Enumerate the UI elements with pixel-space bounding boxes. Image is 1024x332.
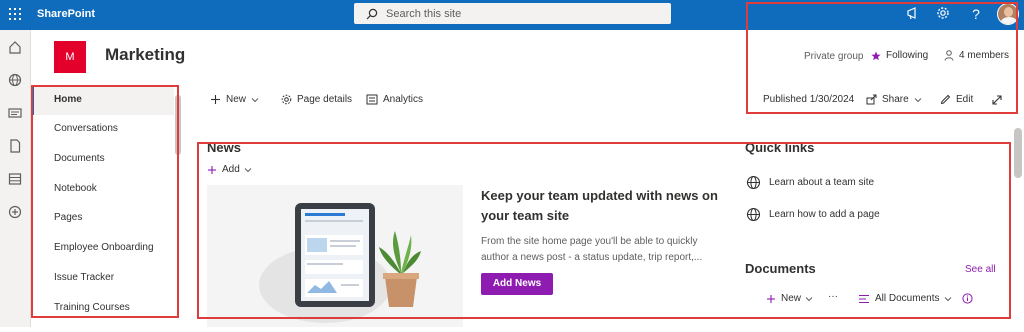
tablet-plant-illustration: [259, 203, 421, 323]
edit-button[interactable]: Edit: [940, 94, 973, 105]
see-all-link[interactable]: See all: [965, 264, 996, 275]
nav-item-notebook[interactable]: Notebook: [31, 174, 174, 204]
megaphone-icon[interactable]: [905, 6, 921, 22]
star-icon: [871, 51, 881, 60]
news-title: News: [207, 140, 241, 155]
globe-icon: [746, 175, 761, 190]
news-icon[interactable]: [7, 105, 23, 121]
published-label: Published 1/30/2024: [763, 94, 855, 105]
person-icon: [944, 50, 954, 61]
chevron-down-icon: [244, 167, 252, 172]
privacy-label: Private group: [804, 51, 864, 62]
pencil-icon: [940, 94, 951, 105]
nav-item-pages[interactable]: Pages: [31, 203, 174, 233]
page-details-label: Page details: [297, 94, 353, 105]
site-title[interactable]: Marketing: [105, 45, 185, 65]
members-label: 4 members: [959, 50, 1010, 61]
info-icon[interactable]: [962, 293, 973, 304]
edit-label: Edit: [956, 94, 974, 105]
chevron-down-icon: [914, 97, 922, 102]
lists-icon[interactable]: [7, 171, 23, 187]
documents-view-label: All Documents: [875, 293, 940, 304]
quick-links-title: Quick links: [745, 140, 815, 155]
news-description: From the site home page you'll be able t…: [481, 236, 703, 263]
news-headline[interactable]: Keep your team updated with news on your…: [481, 186, 726, 226]
share-icon: [866, 94, 877, 105]
home-icon[interactable]: [7, 39, 23, 55]
settings-icon: [281, 94, 292, 105]
expand-icon[interactable]: [991, 94, 1003, 106]
nav-scrollbar[interactable]: [175, 95, 181, 155]
documents-new-label: New: [781, 293, 802, 304]
plus-icon: [208, 165, 216, 174]
chevron-down-icon: [945, 296, 952, 301]
nav-item-home[interactable]: Home: [31, 85, 174, 115]
gear-icon[interactable]: [935, 6, 951, 22]
app-launcher-icon[interactable]: [9, 8, 21, 20]
plus-icon: [211, 95, 220, 104]
following-label: Following: [886, 50, 929, 61]
help-icon[interactable]: ?: [968, 6, 984, 22]
create-icon[interactable]: [7, 204, 23, 220]
documents-new-button[interactable]: New: [766, 293, 818, 304]
quick-link-label: Learn how to add a page: [769, 209, 880, 220]
news-add-button[interactable]: Add: [207, 164, 257, 175]
site-navigation: Home Conversations Documents Notebook Pa…: [31, 85, 181, 327]
page-details-command[interactable]: Page details: [281, 94, 352, 105]
site-logo[interactable]: M: [54, 41, 86, 73]
new-command[interactable]: New: [210, 94, 264, 105]
nav-item-training-courses[interactable]: Training Courses: [31, 293, 174, 323]
share-label: Share: [882, 94, 909, 105]
app-brand[interactable]: SharePoint: [37, 8, 95, 20]
view-list-icon: [859, 294, 869, 303]
new-label: New: [226, 94, 247, 105]
share-button[interactable]: Share: [866, 94, 927, 105]
chevron-down-icon: [251, 97, 259, 102]
globe-icon: [746, 207, 761, 222]
members-button[interactable]: 4 members: [944, 50, 1009, 61]
following-button[interactable]: Following: [871, 50, 928, 61]
nav-item-issue-tracker[interactable]: Issue Tracker: [31, 263, 174, 293]
page-scrollbar[interactable]: [1014, 128, 1022, 178]
quick-link-item[interactable]: Learn about a team site: [746, 175, 874, 190]
analytics-label: Analytics: [383, 94, 424, 105]
search-icon: [366, 8, 378, 20]
analytics-command[interactable]: Analytics: [366, 94, 423, 105]
avatar[interactable]: [997, 3, 1019, 25]
nav-item-employee-onboarding[interactable]: Employee Onboarding: [31, 233, 174, 263]
news-add-label: Add: [222, 164, 240, 175]
nav-item-conversations[interactable]: Conversations: [31, 114, 174, 144]
analytics-icon: [366, 94, 378, 105]
documents-view-selector[interactable]: All Documents: [858, 293, 957, 304]
app-rail: [0, 30, 31, 327]
add-news-button[interactable]: Add News: [481, 273, 553, 295]
search-box[interactable]: [354, 3, 671, 24]
globe-icon[interactable]: [7, 72, 23, 88]
file-icon[interactable]: [7, 138, 23, 154]
plus-icon: [767, 294, 775, 303]
news-illustration: [207, 185, 463, 327]
chevron-down-icon: [805, 296, 813, 301]
documents-more-button[interactable]: ···: [828, 291, 838, 302]
quick-link-label: Learn about a team site: [769, 177, 875, 188]
documents-title: Documents: [745, 261, 816, 276]
quick-link-item[interactable]: Learn how to add a page: [746, 207, 880, 222]
search-input[interactable]: [386, 6, 656, 21]
suite-bar: SharePoint ?: [0, 0, 1024, 30]
nav-item-documents[interactable]: Documents: [31, 144, 174, 174]
